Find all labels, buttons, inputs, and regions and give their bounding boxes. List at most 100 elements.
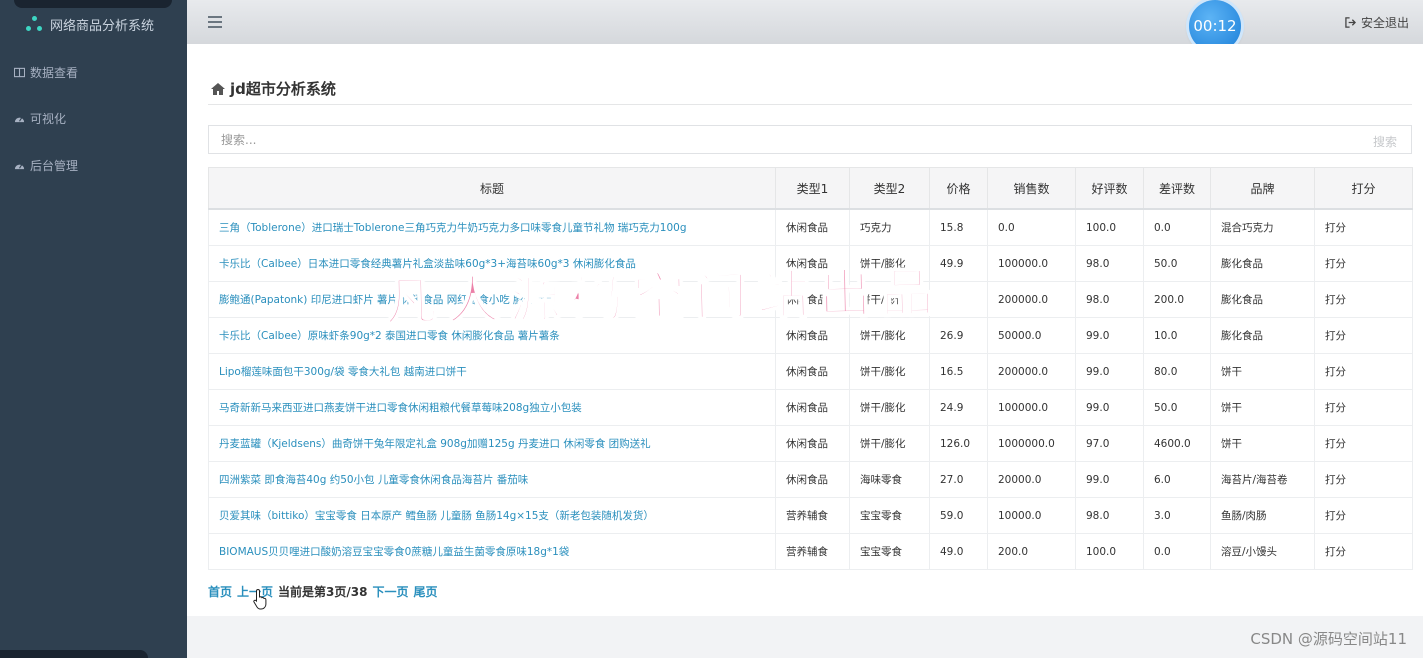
- table-cell: 100000.0: [987, 245, 1076, 282]
- table-cell: 26.9: [929, 317, 988, 354]
- table-row: 卡乐比（Calbee）原味虾条90g*2 泰国进口零食 休闲膨化食品 薯片薯条 休…: [208, 317, 1413, 354]
- overlay-top-strip: [14, 0, 172, 8]
- table-cell: 100000.0: [987, 389, 1076, 426]
- product-title-link[interactable]: 马奇新新马来西亚进口燕麦饼干进口零食休闲粗粮代餐草莓味208g独立小包装: [219, 402, 582, 414]
- table-cell: 6.0: [1143, 461, 1211, 498]
- table-cell: 97.0: [1075, 425, 1144, 462]
- product-title-link[interactable]: 膨鲍通(Papatonk) 印尼进口虾片 薯片 休闲食品 网红零食小吃 膨化食品: [219, 294, 555, 306]
- product-title-link[interactable]: Lipo榴莲味面包干300g/袋 零食大礼包 越南进口饼干: [219, 366, 467, 378]
- search-button[interactable]: 搜索: [1373, 133, 1397, 150]
- table-cell: 饼干/膨化: [849, 353, 930, 390]
- sign-out-icon: [1345, 17, 1356, 28]
- page-title: jd超市分析系统: [211, 78, 336, 99]
- first-page-link[interactable]: 首页: [208, 583, 232, 600]
- product-title-cell: 膨鲍通(Papatonk) 印尼进口虾片 薯片 休闲食品 网红零食小吃 膨化食品: [208, 281, 776, 318]
- search-input[interactable]: [209, 126, 1333, 153]
- sidebar-item-visualization[interactable]: 可视化: [14, 108, 66, 128]
- table-cell: 16.5: [929, 353, 988, 390]
- product-title-link[interactable]: 卡乐比（Calbee）日本进口零食经典薯片礼盒淡盐味60g*3+海苔味60g*3…: [219, 258, 636, 270]
- product-title-link[interactable]: 四洲紫菜 即食海苔40g 约50小包 儿童零食休闲食品海苔片 番茄味: [219, 474, 528, 486]
- table-cell: 鱼肠/肉肠: [1210, 497, 1315, 534]
- table-row: 三角（Toblerone）进口瑞士Toblerone三角巧克力牛奶巧克力多口味零…: [208, 208, 1413, 246]
- last-page-link[interactable]: 尾页: [413, 583, 437, 600]
- divider: [208, 104, 1412, 105]
- product-title-cell: 贝爱其味（bittiko）宝宝零食 日本原产 鳕鱼肠 儿童肠 鱼肠14g×15支…: [208, 497, 776, 534]
- table-row: 贝爱其味（bittiko）宝宝零食 日本原产 鳕鱼肠 儿童肠 鱼肠14g×15支…: [208, 497, 1413, 534]
- product-title-link[interactable]: BIOMAUS贝贝哩进口酸奶溶豆宝宝零食0蔗糖儿童益生菌零食原味18g*1袋: [219, 546, 569, 558]
- rate-cell[interactable]: 打分: [1314, 245, 1413, 282]
- table-cell: 27.0: [929, 461, 988, 498]
- table-cell: 饼干/膨化: [849, 245, 930, 282]
- column-header: 类型1: [775, 167, 850, 210]
- product-title-link[interactable]: 贝爱其味（bittiko）宝宝零食 日本原产 鳕鱼肠 儿童肠 鱼肠14g×15支…: [219, 510, 654, 522]
- table-cell: 126.0: [929, 425, 988, 462]
- product-title-cell: Lipo榴莲味面包干300g/袋 零食大礼包 越南进口饼干: [208, 353, 776, 390]
- table-cell: 休闲食品: [775, 317, 850, 354]
- sidebar-item-data-view[interactable]: 数据查看: [14, 62, 78, 82]
- rate-cell[interactable]: 打分: [1314, 389, 1413, 426]
- rate-cell[interactable]: 打分: [1314, 208, 1413, 246]
- table-cell: 24.9: [929, 389, 988, 426]
- next-page-link[interactable]: 下一页: [372, 583, 408, 600]
- rate-cell[interactable]: 打分: [1314, 425, 1413, 462]
- sidebar: 网络商品分析系统 数据查看 可视化 后台管理: [0, 0, 187, 658]
- rate-cell[interactable]: 打分: [1314, 281, 1413, 318]
- product-title-cell: 丹麦蓝罐（Kjeldsens）曲奇饼干兔年限定礼盒 908g加赠125g 丹麦进…: [208, 425, 776, 462]
- dashboard-icon: [14, 163, 25, 169]
- table-cell: 0.0: [987, 208, 1076, 246]
- main-content: jd超市分析系统 搜索 标题类型1类型2价格销售数好评数差评数品牌打分 三角（T…: [187, 44, 1423, 616]
- columns-icon: [14, 67, 25, 77]
- topbar: 00:12 安全退出: [187, 0, 1423, 52]
- column-header: 差评数: [1143, 167, 1211, 210]
- column-header: 销售数: [987, 167, 1076, 210]
- product-title-cell: 卡乐比（Calbee）日本进口零食经典薯片礼盒淡盐味60g*3+海苔味60g*3…: [208, 245, 776, 282]
- table-cell: 休闲食品: [775, 353, 850, 390]
- hand-cursor-icon: [253, 588, 267, 610]
- product-title-link[interactable]: 丹麦蓝罐（Kjeldsens）曲奇饼干兔年限定礼盒 908g加赠125g 丹麦进…: [219, 438, 651, 450]
- logout-label: 安全退出: [1360, 16, 1409, 30]
- product-title-link[interactable]: 卡乐比（Calbee）原味虾条90g*2 泰国进口零食 休闲膨化食品 薯片薯条: [219, 330, 560, 342]
- rate-cell[interactable]: 打分: [1314, 461, 1413, 498]
- table-cell: 休闲食品: [775, 389, 850, 426]
- table-cell: 49.9: [929, 245, 988, 282]
- product-title-cell: 卡乐比（Calbee）原味虾条90g*2 泰国进口零食 休闲膨化食品 薯片薯条: [208, 317, 776, 354]
- logo-icon: [26, 16, 42, 32]
- sidebar-item-label: 数据查看: [30, 65, 79, 80]
- table-cell: 膨化食品: [1210, 317, 1315, 354]
- sidebar-item-label: 后台管理: [30, 158, 79, 173]
- rate-cell[interactable]: 打分: [1314, 353, 1413, 390]
- brand-name: 网络商品分析系统: [50, 18, 155, 34]
- rate-cell[interactable]: 打分: [1314, 317, 1413, 354]
- logout-button[interactable]: 安全退出: [1345, 14, 1409, 31]
- table-cell: 饼干/膨化: [849, 281, 930, 318]
- table-cell: 宝宝零食: [849, 533, 930, 570]
- table-cell: 混合巧克力: [1210, 208, 1315, 246]
- table-cell: 饼干: [1210, 353, 1315, 390]
- table-cell: 宝宝零食: [849, 497, 930, 534]
- brand[interactable]: 网络商品分析系统: [26, 14, 154, 34]
- table-cell: 20000.0: [987, 461, 1076, 498]
- sidebar-item-admin[interactable]: 后台管理: [14, 155, 78, 175]
- rate-cell[interactable]: 打分: [1314, 533, 1413, 570]
- product-title-link[interactable]: 三角（Toblerone）进口瑞士Toblerone三角巧克力牛奶巧克力多口味零…: [219, 222, 686, 234]
- table-cell: 饼干/膨化: [849, 389, 930, 426]
- table-cell: 休闲食品: [775, 281, 850, 318]
- table-cell: 0.0: [1143, 208, 1211, 246]
- table-cell: 4600.0: [1143, 425, 1211, 462]
- menu-toggle-icon[interactable]: [208, 16, 222, 28]
- page-footer: [187, 616, 1423, 658]
- rate-cell[interactable]: 打分: [1314, 497, 1413, 534]
- table-cell: 99.0: [1075, 317, 1144, 354]
- table-cell: 200.0: [987, 533, 1076, 570]
- table-cell: 99.0: [1075, 353, 1144, 390]
- table-cell: 98.0: [1075, 281, 1144, 318]
- table-cell: 1000000.0: [987, 425, 1076, 462]
- page-title-text: jd超市分析系统: [230, 80, 336, 98]
- dashboard-icon: [14, 116, 25, 122]
- table-row: 马奇新新马来西亚进口燕麦饼干进口零食休闲粗粮代餐草莓味208g独立小包装 休闲食品…: [208, 389, 1413, 426]
- table-body: 三角（Toblerone）进口瑞士Toblerone三角巧克力牛奶巧克力多口味零…: [208, 208, 1413, 570]
- table-cell: 休闲食品: [775, 245, 850, 282]
- table-cell: 49.0: [929, 533, 988, 570]
- credit-text: CSDN @源码空间站11: [1250, 630, 1407, 648]
- pagination: 首页 上一页 当前是第3页/38 下一页 尾页: [208, 583, 438, 600]
